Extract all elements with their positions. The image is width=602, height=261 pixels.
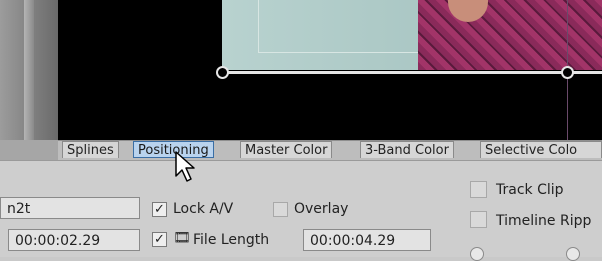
film-icon: 🎞 — [173, 230, 191, 246]
tab-selective-color[interactable]: Selective Colo — [480, 141, 602, 158]
radio-option-2[interactable] — [566, 247, 580, 261]
file-length-label: File Length — [193, 232, 270, 248]
arrow-cursor-icon — [175, 151, 195, 182]
tab-strip-gutter — [0, 140, 58, 160]
time-field[interactable]: 00:00:02.29 — [8, 229, 140, 251]
track-clip-checkbox[interactable] — [470, 181, 487, 198]
track-clip-label: Track Clip — [496, 182, 564, 198]
crop-edge-line[interactable] — [222, 71, 602, 74]
tab-master-color[interactable]: Master Color — [240, 141, 333, 158]
name-field[interactable]: n2t — [0, 197, 140, 219]
timeline-ripple-checkbox[interactable] — [470, 211, 487, 228]
tab-splines[interactable]: Splines — [62, 141, 119, 158]
tab-3-band-color[interactable]: 3-Band Color — [360, 141, 454, 158]
crop-handle-left[interactable] — [216, 66, 229, 79]
file-length-field[interactable]: 00:00:04.29 — [303, 229, 431, 251]
gutter-stripe — [24, 0, 34, 140]
overlay-checkbox[interactable] — [273, 202, 288, 217]
radio-option-1[interactable] — [470, 247, 484, 261]
video-preview[interactable] — [58, 0, 602, 140]
timeline-ripple-label: Timeline Ripp — [496, 213, 592, 229]
left-gutter — [0, 0, 58, 140]
video-subject — [418, 0, 602, 70]
overlay-label: Overlay — [294, 201, 349, 217]
lock-av-checkbox[interactable]: ✓ — [152, 202, 167, 217]
file-length-checkbox[interactable]: ✓ — [152, 232, 167, 247]
crop-handle-right[interactable] — [561, 66, 574, 79]
lock-av-label: Lock A/V — [173, 201, 234, 217]
